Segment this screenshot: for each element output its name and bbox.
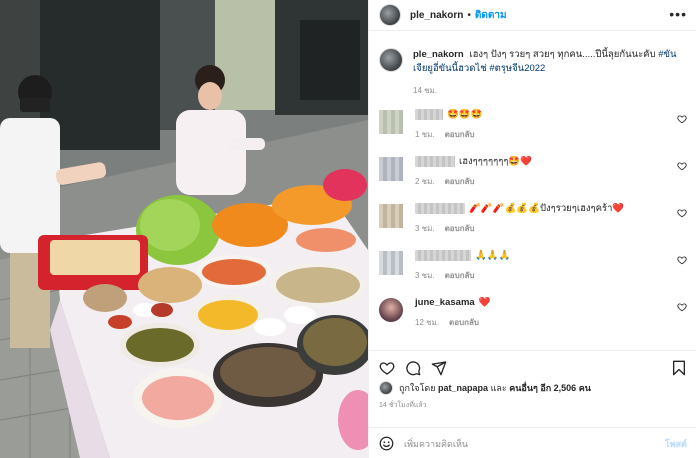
comment-timestamp: 2 ชม. [415,177,435,186]
post-comment-button[interactable]: โพสต์ [665,437,687,451]
caption-timestamp: 14 ชม. [413,86,438,95]
comment-timestamp: 3 ชม. [415,271,435,280]
author-avatar[interactable] [379,4,401,26]
comment-item: 🙏🙏🙏 3 ชม. ตอบกลับ [369,249,696,296]
likes-and: และ [490,383,507,393]
comments-list[interactable]: ple_nakorn เฮงๆ ปังๆ รวยๆ สวยๆ ทุกคน....… [369,40,696,350]
comment-timestamp: 1 ชม. [415,130,435,139]
like-comment-heart-icon[interactable] [677,302,687,312]
more-horizontal-icon[interactable]: ••• [669,7,687,21]
reply-button[interactable]: ตอบกลับ [445,271,475,280]
comment-username[interactable]: june_kasama [415,297,475,308]
add-comment-bar: เพิ่มความคิดเห็น โพสต์ [369,427,696,458]
commenter-avatar[interactable] [379,157,403,181]
instagram-post-view: ple_nakorn • ติดตาม ••• ple_nakorn เฮงๆ … [0,0,696,458]
like-comment-heart-icon[interactable] [677,208,687,218]
post-sidebar: ple_nakorn • ติดตาม ••• ple_nakorn เฮงๆ … [368,0,696,458]
comment-item: 🧨🧨🧨💰💰💰ปังๆรวยๆเฮงๆคร้า❤️ 3 ชม. ตอบกลับ [369,202,696,249]
comment-timestamp: 12 ชม. [415,318,440,327]
comment-timestamp: 3 ชม. [415,224,435,233]
comment-item: เฮงๆๆๆๆๆๆๆ🤩❤️ 2 ชม. ตอบกลับ [369,155,696,202]
comment-text: 🤩🤩🤩 [447,109,483,120]
blurred-username[interactable] [415,249,471,261]
comment-text: 🧨🧨🧨💰💰💰ปังๆรวยๆเฮงๆคร้า❤️ [469,203,625,214]
smiley-icon[interactable] [379,436,394,451]
likes-summary: ถูกใจโดย pat_napapa และ คนอื่นๆ อีก 2,50… [369,381,696,395]
action-icons [369,351,696,381]
comment-text: 🙏🙏🙏 [475,250,511,261]
commenter-avatar[interactable] [379,110,403,134]
liker-avatar[interactable] [379,381,393,395]
post-timestamp: 14 ชั่วโมงที่แล้ว [379,402,427,409]
caption-username[interactable]: ple_nakorn [413,49,464,60]
comment-item: 🤩🤩🤩 1 ชม. ตอบกลับ [369,108,696,155]
liker-username[interactable]: pat_napapa [438,383,488,393]
like-comment-heart-icon[interactable] [677,161,687,171]
comment-icon[interactable] [405,360,421,376]
comment-text: ❤️ [478,297,491,308]
separator-dot: • [467,9,471,21]
like-comment-heart-icon[interactable] [677,255,687,265]
commenter-avatar[interactable] [379,204,403,228]
reply-button[interactable]: ตอบกลับ [445,224,475,233]
post-caption: ple_nakorn เฮงๆ ปังๆ รวยๆ สวยๆ ทุกคน....… [369,40,696,98]
reply-button[interactable]: ตอบกลับ [445,177,475,186]
commenter-avatar[interactable] [379,298,403,322]
like-comment-heart-icon[interactable] [677,114,687,124]
blurred-username[interactable] [415,155,455,167]
share-icon[interactable] [431,360,447,376]
follow-button[interactable]: ติดตาม [475,8,507,23]
bookmark-icon[interactable] [671,360,687,376]
caption-author-avatar[interactable] [379,48,403,72]
caption-text: เฮงๆ ปังๆ รวยๆ สวยๆ ทุกคน.....ปีนี้ลุยกั… [469,49,656,60]
commenter-avatar[interactable] [379,251,403,275]
post-header: ple_nakorn • ติดตาม ••• [369,0,696,31]
likes-others-count[interactable]: คนอื่นๆ อีก 2,506 คน [509,383,591,393]
post-actions: ถูกใจโดย pat_napapa และ คนอื่นๆ อีก 2,50… [369,350,696,458]
reply-button[interactable]: ตอบกลับ [449,318,479,327]
blurred-username[interactable] [415,202,465,214]
author-username[interactable]: ple_nakorn [410,10,463,21]
comment-item: june_kasama ❤️ 12 ชม. ตอบกลับ [369,296,696,343]
comment-text: เฮงๆๆๆๆๆๆๆ🤩❤️ [459,156,533,167]
likes-prefix: ถูกใจโดย [399,383,436,393]
blurred-username[interactable] [415,108,443,120]
reply-button[interactable]: ตอบกลับ [445,130,475,139]
hashtag-link[interactable]: #ตรุษจีน2022 [489,63,545,74]
heart-icon[interactable] [379,360,395,376]
comment-input[interactable]: เพิ่มความคิดเห็น [404,437,665,451]
post-photo [0,0,368,458]
